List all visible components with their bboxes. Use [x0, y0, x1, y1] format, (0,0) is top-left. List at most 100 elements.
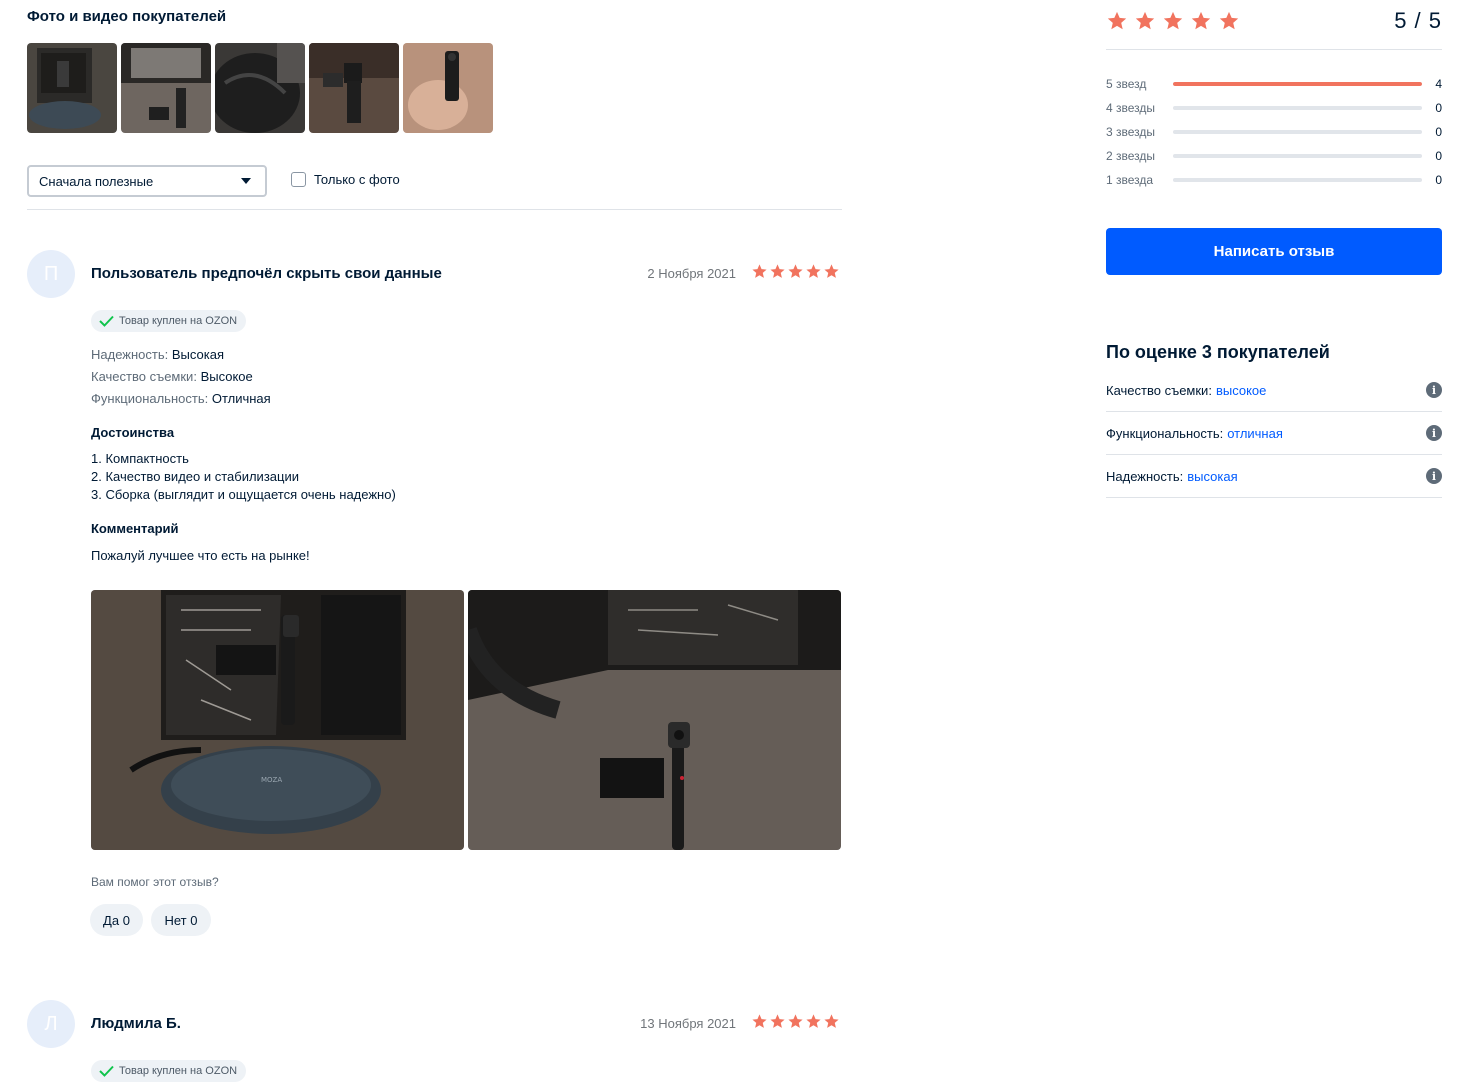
criteria-key: Качество съемки:	[1106, 382, 1212, 398]
review-photo-image	[468, 590, 841, 850]
star-icon	[770, 264, 785, 278]
rating-distribution-row[interactable]: 2 звезды 0	[1106, 148, 1442, 164]
info-icon[interactable]: i	[1426, 425, 1442, 441]
star-icon	[752, 264, 767, 278]
distribution-label: 3 звезды	[1106, 125, 1156, 139]
verified-purchase-badge: Товар куплен на OZON	[91, 1060, 247, 1082]
distribution-count: 0	[1435, 125, 1442, 139]
distribution-bar	[1173, 178, 1422, 182]
criteria-row: Качество съемки: высокое i	[1106, 369, 1442, 412]
criteria-value-link[interactable]: высокая	[1187, 469, 1237, 484]
review-photo-image: MOZA	[91, 590, 464, 850]
chevron-down-icon	[241, 178, 251, 184]
review-photo[interactable]: MOZA	[91, 590, 464, 850]
thumbnail-image	[215, 43, 305, 133]
rating-distribution-row[interactable]: 4 звезды 0	[1106, 100, 1442, 116]
star-icon	[806, 1014, 821, 1028]
review-author: Пользователь предпочёл скрыть свои данны…	[91, 265, 442, 282]
criteria-value-link[interactable]: высокое	[1216, 383, 1266, 398]
star-icon	[752, 1014, 767, 1028]
pros-line: 1. Компактность	[91, 451, 189, 466]
comment-heading: Комментарий	[91, 521, 179, 536]
star-icon	[824, 264, 839, 278]
star-icon	[1191, 11, 1211, 30]
review-attribute: Функциональность: Отличная	[91, 391, 271, 406]
checkmark-icon	[99, 1065, 114, 1077]
star-icon	[1163, 11, 1183, 30]
photo-only-filter[interactable]: Только с фото	[291, 172, 400, 187]
star-icon	[824, 1014, 839, 1028]
helpful-yes-button[interactable]: Да 0	[90, 904, 143, 936]
avatar: Л	[27, 1000, 75, 1048]
rating-distribution-row[interactable]: 5 звезд 4	[1106, 76, 1442, 92]
criteria-value-link[interactable]: отличная	[1227, 426, 1283, 441]
verified-purchase-text: Товар куплен на OZON	[119, 1065, 238, 1077]
distribution-count: 0	[1435, 101, 1442, 115]
photo-thumbnail[interactable]	[215, 43, 305, 133]
overall-rating-stars	[1106, 10, 1240, 32]
pros-heading: Достоинства	[91, 425, 175, 440]
attribute-key: Надежность:	[91, 347, 169, 362]
sort-select-value: Сначала полезные	[39, 173, 154, 189]
info-icon[interactable]: i	[1426, 382, 1442, 398]
verified-purchase-badge: Товар куплен на OZON	[91, 310, 247, 332]
thumbnail-image	[121, 43, 211, 133]
rating-distribution-row[interactable]: 1 звезда 0	[1106, 172, 1442, 188]
thumbnail-image	[403, 43, 493, 133]
avatar: П	[27, 250, 75, 298]
criteria-key: Функциональность:	[1106, 425, 1224, 441]
pros-line: 3. Сборка (выглядит и ощущается очень на…	[91, 487, 396, 502]
review-attribute: Качество съемки: Высокое	[91, 369, 253, 384]
distribution-count: 0	[1435, 173, 1442, 187]
distribution-bar	[1173, 154, 1422, 158]
criteria-title: По оценке 3 покупателей	[1106, 342, 1330, 362]
star-icon	[1135, 11, 1155, 30]
review-author: Людмила Б.	[91, 1015, 181, 1032]
write-review-button[interactable]: Написать отзыв	[1106, 228, 1442, 275]
helpful-question: Вам помог этот отзыв?	[91, 875, 219, 889]
checkmark-icon	[99, 315, 114, 327]
review-rating-stars	[751, 1013, 840, 1030]
thumbnail-image	[27, 43, 117, 133]
review-rating-stars	[751, 263, 840, 280]
photo-thumbnail[interactable]	[27, 43, 117, 133]
helpful-no-button[interactable]: Нет 0	[151, 904, 211, 936]
distribution-bar	[1173, 106, 1422, 110]
criteria-row: Надежность: высокая i	[1106, 455, 1442, 498]
photo-thumbnail[interactable]	[403, 43, 493, 133]
filters-divider	[27, 209, 842, 210]
rating-distribution-row[interactable]: 3 звезды 0	[1106, 124, 1442, 140]
photo-thumbnail[interactable]	[121, 43, 211, 133]
distribution-count: 0	[1435, 149, 1442, 163]
photo-only-checkbox[interactable]	[291, 172, 306, 187]
distribution-count: 4	[1435, 77, 1442, 91]
thumbnail-image	[309, 43, 399, 133]
distribution-bar-fill	[1173, 82, 1422, 86]
distribution-label: 2 звезды	[1106, 149, 1156, 163]
distribution-label: 5 звезд	[1106, 77, 1147, 91]
star-icon	[1107, 11, 1127, 30]
photo-thumbnails	[27, 43, 493, 133]
distribution-label: 4 звезды	[1106, 101, 1156, 115]
verified-purchase-text: Товар куплен на OZON	[119, 315, 238, 327]
photo-only-label: Только с фото	[314, 172, 400, 187]
distribution-bar	[1173, 82, 1422, 86]
distribution-label: 1 звезда	[1106, 173, 1154, 187]
info-icon[interactable]: i	[1426, 468, 1442, 484]
attribute-key: Качество съемки:	[91, 369, 197, 384]
distribution-bar	[1173, 130, 1422, 134]
star-icon	[788, 1014, 803, 1028]
star-icon	[770, 1014, 785, 1028]
sort-select[interactable]: Сначала полезные	[27, 165, 267, 197]
attribute-value: Высокая	[171, 347, 224, 362]
photo-thumbnail[interactable]	[309, 43, 399, 133]
pros-line: 2. Качество видео и стабилизации	[91, 469, 299, 484]
photos-section-title: Фото и видео покупателей	[27, 8, 227, 25]
review-date: 13 Ноября 2021	[640, 1016, 736, 1031]
star-icon	[1219, 11, 1239, 30]
star-icon	[806, 264, 821, 278]
review-photo[interactable]	[468, 590, 841, 850]
review-date: 2 Ноября 2021	[647, 266, 736, 281]
attribute-value: Отличная	[211, 391, 271, 406]
comment-text: Пожалуй лучшее что есть на рынке!	[91, 548, 310, 563]
